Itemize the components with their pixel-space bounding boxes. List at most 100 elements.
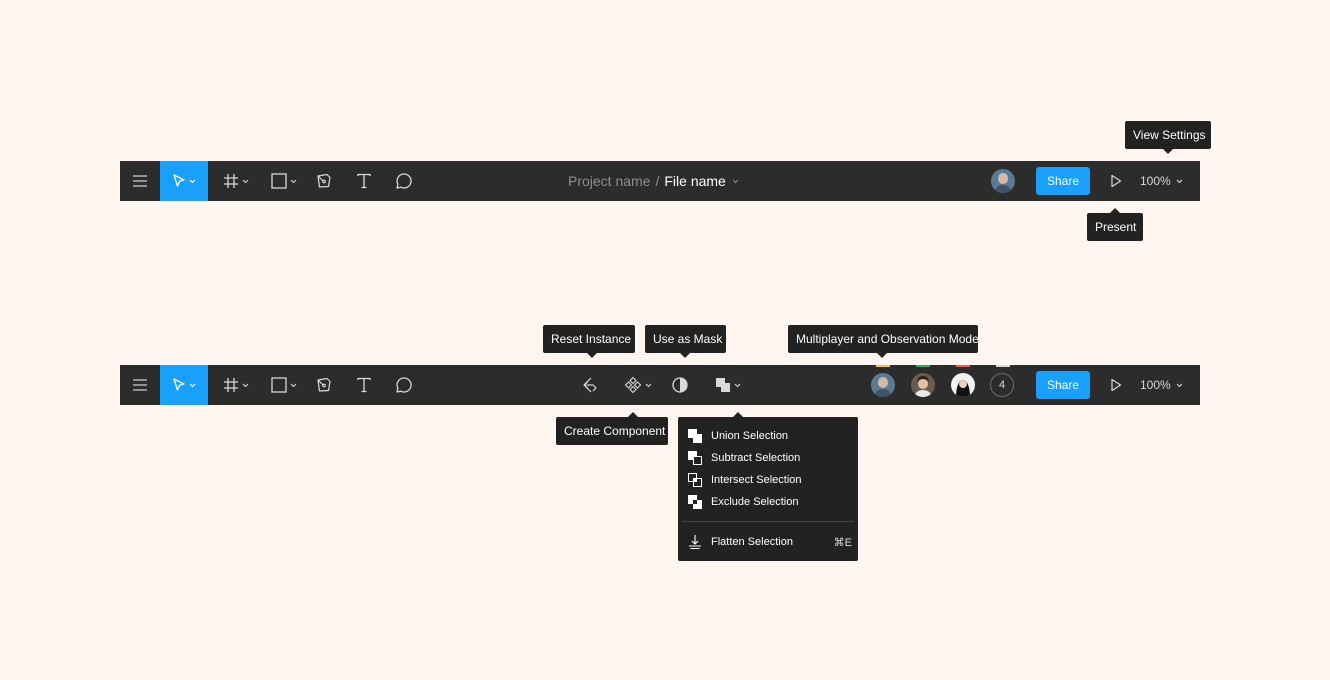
- present-button[interactable]: [1104, 161, 1128, 201]
- menu-item-label: Flatten Selection: [711, 536, 793, 548]
- rectangle-icon: [271, 173, 287, 189]
- use-as-mask-button[interactable]: [665, 365, 695, 405]
- menu-item-label: Exclude Selection: [711, 496, 799, 508]
- present-tooltip: Present: [1087, 208, 1143, 241]
- zoom-level: 100%: [1140, 174, 1171, 188]
- chevron-down-icon: [242, 179, 249, 183]
- view-settings-tooltip: View Settings: [1125, 121, 1211, 154]
- presence-indicator: [956, 365, 970, 367]
- menu-icon: [133, 175, 147, 187]
- chevron-down-icon: [189, 383, 196, 387]
- user-avatar-icon: [871, 373, 895, 397]
- reset-instance-button[interactable]: [576, 365, 606, 405]
- play-icon: [1111, 378, 1122, 392]
- menu-divider: [682, 521, 854, 522]
- avatar[interactable]: [991, 169, 1015, 193]
- collaborator-count[interactable]: 4: [990, 373, 1014, 397]
- intersect-icon: [688, 473, 702, 487]
- zoom-level: 100%: [1140, 378, 1171, 392]
- union-icon: [688, 429, 702, 443]
- menu-item-label: Subtract Selection: [711, 452, 801, 464]
- share-button[interactable]: Share: [1036, 371, 1090, 399]
- chevron-down-icon: [290, 383, 297, 387]
- menu-item-label: Union Selection: [711, 430, 789, 442]
- pen-tool-button[interactable]: [304, 161, 344, 201]
- intersect-selection-item[interactable]: Intersect Selection: [678, 469, 858, 491]
- menu-icon: [133, 379, 147, 391]
- multiplayer-tooltip: Multiplayer and Observation Mode: [788, 325, 979, 358]
- chevron-down-icon: [242, 383, 249, 387]
- zoom-menu[interactable]: 100%: [1140, 161, 1183, 201]
- boolean-operations-menu: Union Selection Subtract Selection Inter…: [678, 412, 858, 561]
- shape-tool-button[interactable]: [264, 161, 304, 201]
- chevron-down-icon: [645, 383, 652, 387]
- pen-icon: [317, 173, 331, 188]
- frame-tool-button[interactable]: [216, 161, 256, 201]
- zoom-menu[interactable]: 100%: [1140, 365, 1183, 405]
- comment-icon: [396, 377, 412, 393]
- chevron-down-icon: [189, 179, 196, 183]
- tooltip-label: Multiplayer and Observation Mode: [796, 332, 979, 346]
- frame-icon: [224, 378, 238, 392]
- main-menu-button[interactable]: [120, 161, 160, 201]
- move-tool-button[interactable]: [160, 365, 208, 405]
- exclude-selection-item[interactable]: Exclude Selection: [678, 491, 858, 513]
- chevron-down-icon: [734, 383, 741, 387]
- rectangle-icon: [271, 377, 287, 393]
- tooltip-label: View Settings: [1133, 128, 1206, 142]
- shape-tool-button[interactable]: [264, 365, 304, 405]
- union-selection-item[interactable]: Union Selection: [678, 425, 858, 447]
- toolbar-top: Project name / File name Share 100%: [120, 161, 1200, 201]
- subtract-selection-item[interactable]: Subtract Selection: [678, 447, 858, 469]
- frame-tool-button[interactable]: [216, 365, 256, 405]
- chevron-down-icon: [1176, 179, 1183, 183]
- move-icon: [173, 378, 185, 391]
- exclude-icon: [688, 495, 702, 509]
- flatten-icon: [689, 535, 701, 550]
- tooltip-label: Create Component: [564, 424, 666, 438]
- file-title[interactable]: Project name / File name: [568, 161, 739, 201]
- create-component-button[interactable]: [620, 365, 656, 405]
- presence-indicator: [876, 365, 890, 367]
- chevron-down-icon: [290, 179, 297, 183]
- subtract-icon: [688, 451, 702, 465]
- create-component-tooltip: Create Component: [556, 412, 668, 445]
- project-name[interactable]: Project name: [568, 173, 650, 189]
- frame-icon: [224, 174, 238, 188]
- text-icon: [357, 173, 371, 189]
- user-avatar-icon: [991, 169, 1015, 193]
- avatar[interactable]: [951, 373, 975, 397]
- move-icon: [173, 174, 185, 187]
- avatar[interactable]: [871, 373, 895, 397]
- text-tool-button[interactable]: [344, 365, 384, 405]
- text-tool-button[interactable]: [344, 161, 384, 201]
- share-button[interactable]: Share: [1036, 167, 1090, 195]
- shortcut-label: ⌘E: [833, 536, 852, 549]
- comment-tool-button[interactable]: [384, 161, 424, 201]
- boolean-icon: [716, 378, 730, 392]
- presence-indicator: [996, 365, 1010, 367]
- reset-instance-tooltip: Reset Instance: [543, 325, 635, 358]
- use-as-mask-tooltip: Use as Mask: [645, 325, 726, 358]
- comment-tool-button[interactable]: [384, 365, 424, 405]
- main-menu-button[interactable]: [120, 365, 160, 405]
- file-name[interactable]: File name: [664, 173, 725, 189]
- avatar[interactable]: [911, 373, 935, 397]
- pen-icon: [317, 377, 331, 392]
- tooltip-label: Reset Instance: [551, 332, 632, 346]
- user-avatar-icon: [951, 373, 975, 397]
- move-tool-button[interactable]: [160, 161, 208, 201]
- presence-indicator: [916, 365, 930, 367]
- boolean-operations-button[interactable]: [708, 365, 748, 405]
- pen-tool-button[interactable]: [304, 365, 344, 405]
- chevron-down-icon[interactable]: [732, 179, 739, 184]
- comment-icon: [396, 173, 412, 189]
- tooltip-label: Use as Mask: [653, 332, 723, 346]
- tooltip-label: Present: [1095, 220, 1137, 234]
- user-avatar-icon: [911, 373, 935, 397]
- toolbar-bottom: 4 Share 100%: [120, 365, 1200, 405]
- present-button[interactable]: [1104, 365, 1128, 405]
- flatten-selection-item[interactable]: Flatten Selection ⌘E: [678, 531, 858, 553]
- reset-instance-icon: [583, 377, 597, 393]
- play-icon: [1111, 174, 1122, 188]
